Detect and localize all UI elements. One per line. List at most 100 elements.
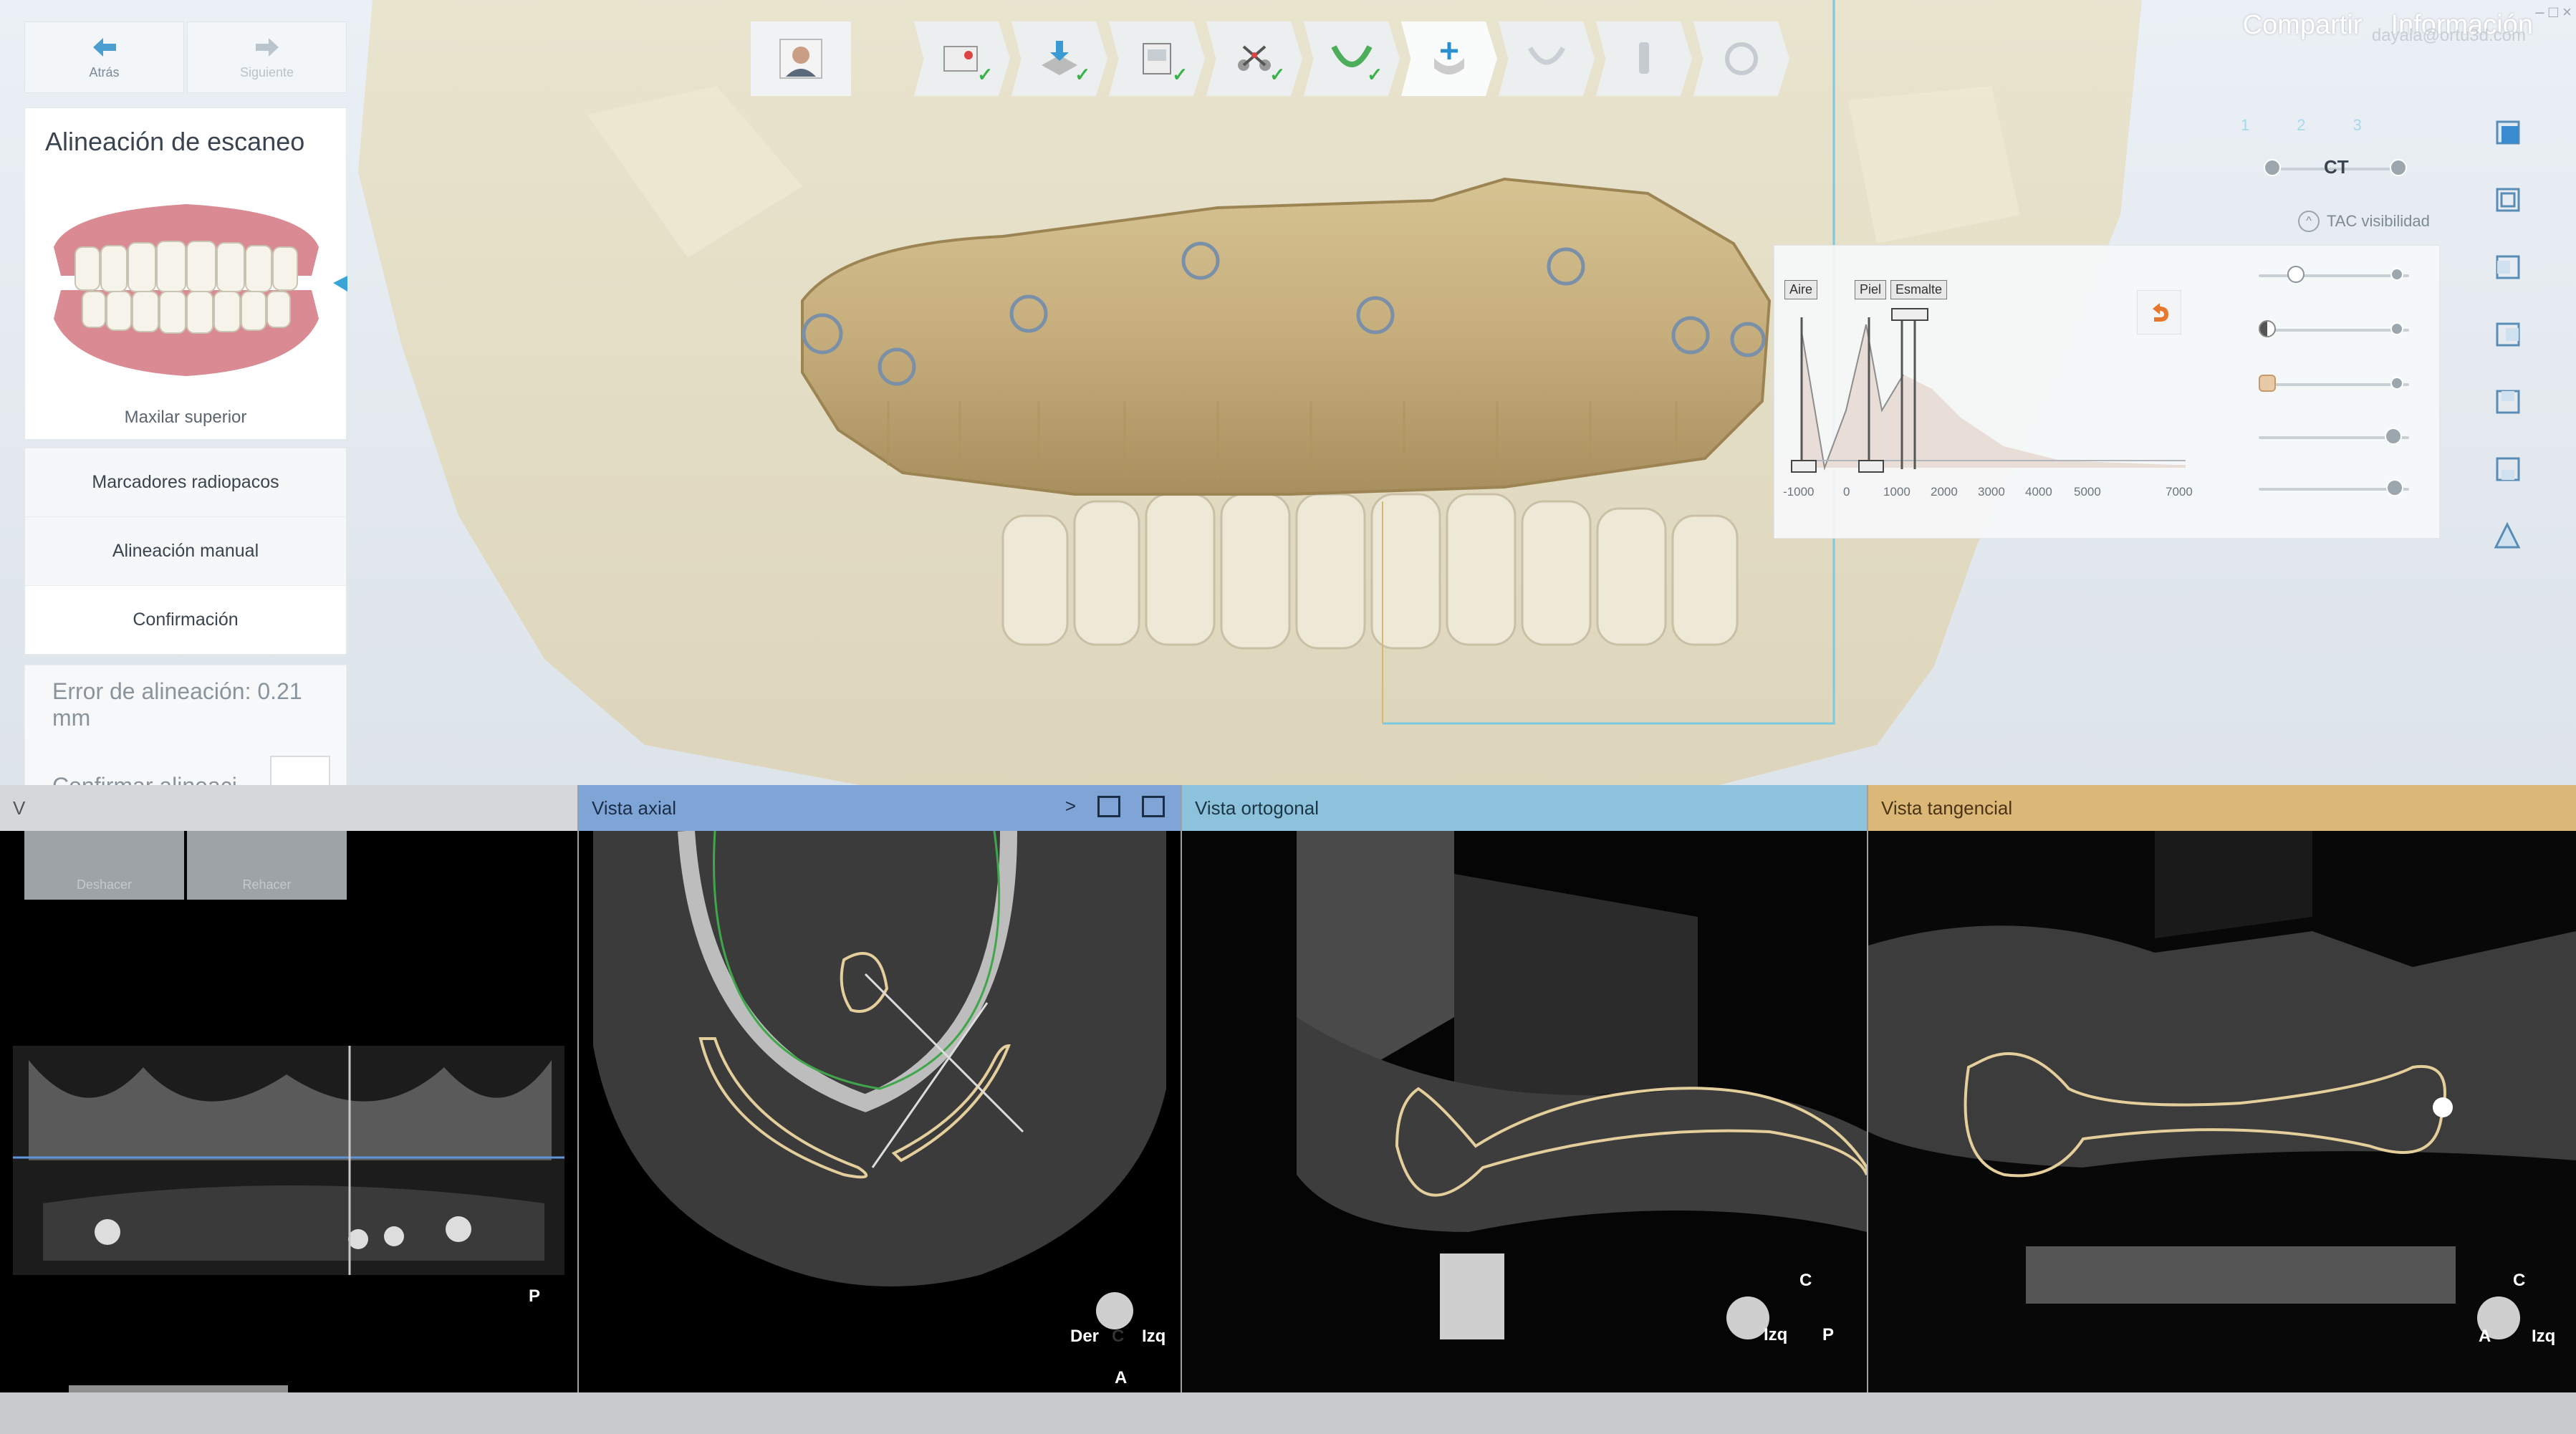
slider-knob-left[interactable] [2264, 159, 2281, 176]
axis-tick: 2000 [1931, 485, 1958, 499]
panoramic-image[interactable] [0, 831, 577, 1392]
view-back-icon[interactable] [2490, 182, 2524, 216]
chevron-up-icon: ^ [2298, 211, 2320, 232]
axis-tick: -1000 [1783, 485, 1815, 499]
orthogonal-view[interactable]: Vista ortogonal [1182, 785, 1867, 1392]
skin-label[interactable]: Piel [1855, 280, 1887, 299]
maximize-icon[interactable] [1142, 795, 1165, 817]
patient-photo-icon [779, 39, 822, 79]
jaw-icon [1527, 47, 1566, 65]
share-link[interactable]: Compartir [2243, 10, 2363, 41]
axial-header-tools: > [1065, 795, 1165, 817]
implant-icon [1639, 42, 1649, 74]
view-right-icon[interactable] [2490, 317, 2524, 351]
orient-top: C [2513, 1271, 2526, 1290]
slider-end-knob[interactable] [2390, 268, 2403, 281]
workflow-step-jaw[interactable] [1499, 21, 1595, 96]
orient-right: P [1822, 1325, 1835, 1344]
air-label[interactable]: Aire [1784, 280, 1818, 299]
completed-check-icon: ✓ [977, 64, 993, 85]
skin-opacity-slider[interactable] [2259, 375, 2409, 392]
step-confirmation[interactable]: Confirmación [25, 585, 346, 654]
view-tab-2[interactable]: 2 [2297, 116, 2305, 135]
orient-center: C [1112, 1327, 1125, 1346]
ct-label: CT [2324, 156, 2349, 178]
tang-title: Vista tangencial [1881, 797, 2013, 819]
viewport-3d[interactable]: Atrás Siguiente Alineación de escaneo Ma… [0, 0, 2576, 785]
reset-view-icon[interactable] [2490, 519, 2524, 553]
tangential-ct-image[interactable] [1868, 831, 2576, 1392]
step-navigation: Atrás Siguiente [24, 21, 347, 93]
undo-icon [2153, 303, 2168, 322]
slider-knob-right[interactable] [2390, 159, 2407, 176]
face-icon[interactable] [2259, 375, 2276, 392]
teeth-opacity-slider[interactable] [2259, 479, 2409, 496]
layout-grid-icon[interactable] [1097, 795, 1120, 817]
bone-opacity-slider[interactable] [2259, 428, 2409, 445]
denture-model-icon [54, 204, 347, 376]
next-arrow-icon [255, 37, 279, 57]
tang-header: Vista tangencial [1868, 785, 2576, 831]
alignment-result-box: Error de alineación: 0.21 mm Confirmar a… [24, 665, 347, 785]
workflow-step-scan-data[interactable]: ✓ [914, 21, 1010, 96]
axis-tick: 4000 [2025, 485, 2052, 499]
tac-visibility-toggle[interactable]: ^ TAC visibilidad [2298, 211, 2430, 232]
orient-anterior: A [1115, 1368, 1128, 1387]
thumbnail-caption: Maxilar superior [124, 408, 247, 427]
orient-left: Izq [1142, 1327, 1166, 1346]
orient-anterior: A [2479, 1327, 2491, 1346]
view-tab-1[interactable]: 1 [2241, 116, 2249, 135]
ortho-title: Vista ortogonal [1195, 797, 1319, 819]
slider-end-knob[interactable] [2390, 377, 2403, 390]
back-arrow-icon [92, 37, 116, 57]
density-histogram-panel: Aire Piel Esmalte -1000 0 1000 2000 3000… [1774, 245, 2440, 539]
step-manual-alignment[interactable]: Alineación manual [25, 516, 346, 585]
back-label: Atrás [89, 64, 120, 80]
contrast-icon[interactable] [2259, 320, 2276, 337]
brightness-slider[interactable] [2259, 266, 2409, 283]
view-top-icon[interactable] [2490, 384, 2524, 418]
step-radiopaque-markers[interactable]: Marcadores radiopacos [25, 448, 346, 516]
view-left-icon[interactable] [2490, 249, 2524, 284]
workflow-step-crown[interactable]: ✓ [1206, 21, 1302, 96]
alignment-error: Error de alineación: 0.21 mm [52, 678, 302, 731]
workflow-step-arch[interactable]: ✓ [1304, 21, 1400, 96]
workflow-step-guide[interactable] [1693, 21, 1789, 96]
workflow-step-plan[interactable]: ✓ [1109, 21, 1205, 96]
axial-title: Vista axial [592, 797, 677, 819]
slider-end-knob[interactable] [2390, 322, 2403, 335]
workflow-step-alignment[interactable] [1401, 21, 1497, 96]
orthogonal-ct-image[interactable] [1182, 831, 1867, 1392]
view-tools [2490, 115, 2524, 553]
sun-icon[interactable] [2287, 266, 2305, 283]
confirm-row: Confirmar alineaci... [52, 756, 346, 785]
enamel-label[interactable]: Esmalte [1890, 280, 1948, 299]
view-tabs: 1 2 3 [2241, 116, 2362, 135]
view-bottom-icon[interactable] [2490, 451, 2524, 486]
step-list: Marcadores radiopacos Alineación manual … [24, 447, 347, 655]
slider-knob[interactable] [2385, 428, 2402, 445]
workflow-toolbar: ✓ ✓ ✓ ✓ ✓ [751, 21, 1789, 96]
next-button[interactable]: Siguiente [187, 21, 347, 93]
axial-view[interactable]: Vista axial > P [529, 785, 1181, 1392]
slider-knob[interactable] [2386, 479, 2403, 496]
axial-ct-image[interactable] [579, 831, 1181, 1392]
reset-histogram-button[interactable] [2137, 290, 2181, 335]
axis-tick: 3000 [1978, 485, 2005, 499]
axis-tick: 7000 [2166, 485, 2193, 499]
alignment-panel: Alineación de escaneo Maxilar superior M… [24, 107, 347, 785]
workflow-step-implant[interactable] [1596, 21, 1692, 96]
contrast-slider[interactable] [2259, 320, 2409, 337]
confirm-alignment-checkbox[interactable] [270, 756, 330, 785]
jaw-thumbnail[interactable] [25, 168, 347, 405]
patient-photo-button[interactable] [751, 21, 851, 96]
view-front-icon[interactable] [2490, 115, 2524, 149]
completed-check-icon: ✓ [1269, 64, 1285, 85]
view-tab-3[interactable]: 3 [2353, 116, 2362, 135]
back-button[interactable]: Atrás [24, 21, 184, 93]
expand-arrow-icon[interactable]: > [1065, 795, 1076, 817]
tangential-view[interactable]: Vista tangencial [1868, 785, 2576, 1392]
workflow-step-import[interactable]: ✓ [1011, 21, 1107, 96]
window-controls[interactable]: – □ × [2535, 3, 2572, 21]
panoramic-view[interactable]: V Deshacer Rehacer [0, 785, 577, 1392]
